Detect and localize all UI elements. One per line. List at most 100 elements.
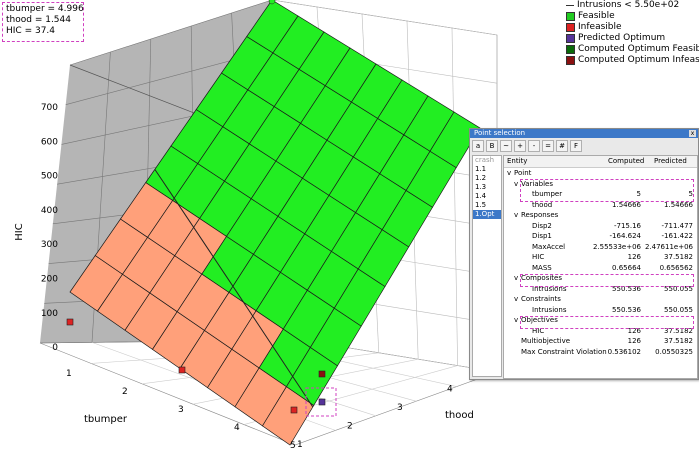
predicted-value: 0.656562: [659, 263, 693, 272]
predicted-value: 550.055: [664, 305, 693, 314]
z-tick-label: 500: [41, 172, 58, 182]
header-entity[interactable]: Entity: [507, 156, 527, 167]
point-list-item[interactable]: 1.3: [473, 183, 501, 192]
close-icon[interactable]: x: [689, 130, 696, 137]
legend-label: Feasible: [578, 11, 615, 21]
entity-name: Responses: [521, 211, 559, 219]
readout-thood: thood = 1.544: [6, 15, 71, 25]
computed-value: 550.536: [612, 305, 641, 314]
computed-value: 126: [627, 337, 641, 345]
y-tick-label: 1: [297, 440, 303, 450]
entity-row[interactable]: Max Constraint Violation 0.536102 0.055032…: [504, 347, 697, 358]
legend-label: Computed Optimum Infeasible: [578, 55, 699, 65]
header-computed[interactable]: Computed: [608, 156, 644, 167]
infeasible-point-marker: [178, 366, 186, 374]
toolbar-button[interactable]: #: [556, 139, 568, 152]
predicted-value: 2.47611e+06: [644, 242, 693, 251]
x-tick-label: 5: [290, 441, 296, 451]
point-list-item[interactable]: 1.4: [473, 192, 501, 201]
highlight-composites: [520, 274, 694, 287]
legend-color-swatch: [566, 45, 575, 54]
legend-label: Infeasible: [578, 22, 622, 32]
entity-name: MASS: [532, 263, 552, 272]
computed-value: 0.536102: [607, 347, 641, 356]
entity-name: Point: [514, 169, 532, 177]
entity-table-header: Entity Computed Predicted: [504, 156, 697, 168]
predicted-value: -711.477: [661, 221, 693, 230]
computed-value: 0.65664: [612, 263, 641, 272]
entity-name: Disp1: [532, 232, 552, 240]
entity-row[interactable]: Multiobjective 126 37.5182: [504, 336, 697, 347]
entity-row[interactable]: HIC 126 37.5182: [504, 252, 697, 263]
computed-value: 2.55533e+06: [592, 242, 641, 251]
expand-icon[interactable]: v: [514, 210, 518, 221]
toolbar-button[interactable]: F: [570, 139, 582, 152]
point-list-item[interactable]: 1.1: [473, 165, 501, 174]
toolbar-button[interactable]: =: [542, 139, 554, 152]
entity-name: Disp2: [532, 221, 552, 230]
entity-row[interactable]: MaxAccel 2.55533e+06 2.47611e+06: [504, 242, 697, 253]
entity-row[interactable]: v Responses: [504, 210, 697, 221]
legend-item: Intrusions < 5.50e+02: [566, 0, 699, 11]
z-tick-label: 100: [41, 309, 58, 319]
toolbar-button[interactable]: B: [486, 139, 498, 152]
expand-icon[interactable]: v: [507, 168, 511, 179]
expand-icon[interactable]: v: [514, 179, 518, 190]
point-list[interactable]: crash 1.1 1.2 1.3 1.4 1.5 1.Opt: [472, 155, 502, 377]
x-tick-label: 4: [234, 423, 240, 433]
entity-row[interactable]: v Point: [504, 168, 697, 179]
header-predicted[interactable]: Predicted: [654, 156, 687, 167]
computed-optimum-infeasible-marker: [318, 370, 326, 378]
readout-hic: HIC = 37.4: [6, 26, 56, 36]
legend-item: Computed Optimum Feasible: [566, 44, 699, 55]
entity-row[interactable]: MASS 0.65664 0.656562: [504, 263, 697, 274]
computed-value: 126: [627, 253, 641, 261]
entity-table[interactable]: Entity Computed Predicted v Point v Variabl…: [503, 155, 698, 379]
toolbar-button[interactable]: ~: [500, 139, 512, 152]
cursor-readout: tbumper = 4.996 thood = 1.544 HIC = 37.4: [2, 2, 84, 42]
legend-label: Intrusions < 5.50e+02: [577, 0, 680, 10]
point-selection-titlebar[interactable]: Point selection x: [470, 129, 698, 138]
point-list-item[interactable]: 1.2: [473, 174, 501, 183]
x-tick-label: 3: [178, 405, 184, 415]
entity-row[interactable]: Disp2 -715.16 -711.477: [504, 221, 697, 232]
z-tick-label: 200: [41, 275, 58, 285]
entity-row[interactable]: Intrusions 550.536 550.055: [504, 305, 697, 316]
expand-icon[interactable]: v: [514, 315, 518, 326]
predicted-value: -161.422: [661, 232, 693, 240]
legend-label: Predicted Optimum: [578, 33, 666, 43]
entity-row[interactable]: v Constraints: [504, 294, 697, 305]
point-list-item[interactable]: 1.5: [473, 201, 501, 210]
expand-icon[interactable]: v: [514, 294, 518, 305]
z-tick-label: 0: [52, 343, 58, 353]
z-tick-label: 400: [41, 206, 58, 216]
toolbar-button[interactable]: a: [472, 139, 484, 152]
entity-row[interactable]: Disp1 -164.624 -161.422: [504, 231, 697, 242]
entity-name: MaxAccel: [532, 242, 566, 251]
legend-color-swatch: [566, 23, 575, 32]
entity-name: Max Constraint Violation: [521, 347, 607, 356]
z-tick-label: 600: [41, 137, 58, 147]
highlight-variables: [520, 179, 694, 202]
point-list-item[interactable]: crash: [473, 156, 501, 165]
computed-value: -164.624: [609, 232, 641, 240]
legend-line-swatch: [566, 5, 574, 6]
highlight-objective-hic: [520, 316, 694, 329]
z-axis-label: HIC: [14, 223, 25, 240]
legend-item: Infeasible: [566, 22, 699, 33]
x-axis-label: tbumper: [84, 414, 128, 425]
expand-icon[interactable]: v: [514, 273, 518, 284]
legend-color-swatch: [566, 56, 575, 65]
predicted-value: 37.5182: [664, 337, 693, 345]
z-tick-label: 300: [41, 240, 58, 250]
toolbar-button[interactable]: +: [514, 139, 526, 152]
toolbar-button[interactable]: -: [528, 139, 540, 152]
legend: Intrusions < 5.50e+02 Feasible Infeasible P…: [566, 0, 699, 66]
z-tick-label: 700: [41, 103, 58, 113]
legend-item: Predicted Optimum: [566, 33, 699, 44]
entity-name: Multiobjective: [521, 337, 571, 345]
entity-name: Intrusions: [532, 305, 567, 314]
point-selection-window[interactable]: Point selection x a B ~ + - = # F crash 1.1 1.2 1.…: [469, 128, 699, 380]
point-list-item[interactable]: 1.Opt: [473, 210, 501, 219]
x-tick-label: 1: [66, 369, 72, 379]
